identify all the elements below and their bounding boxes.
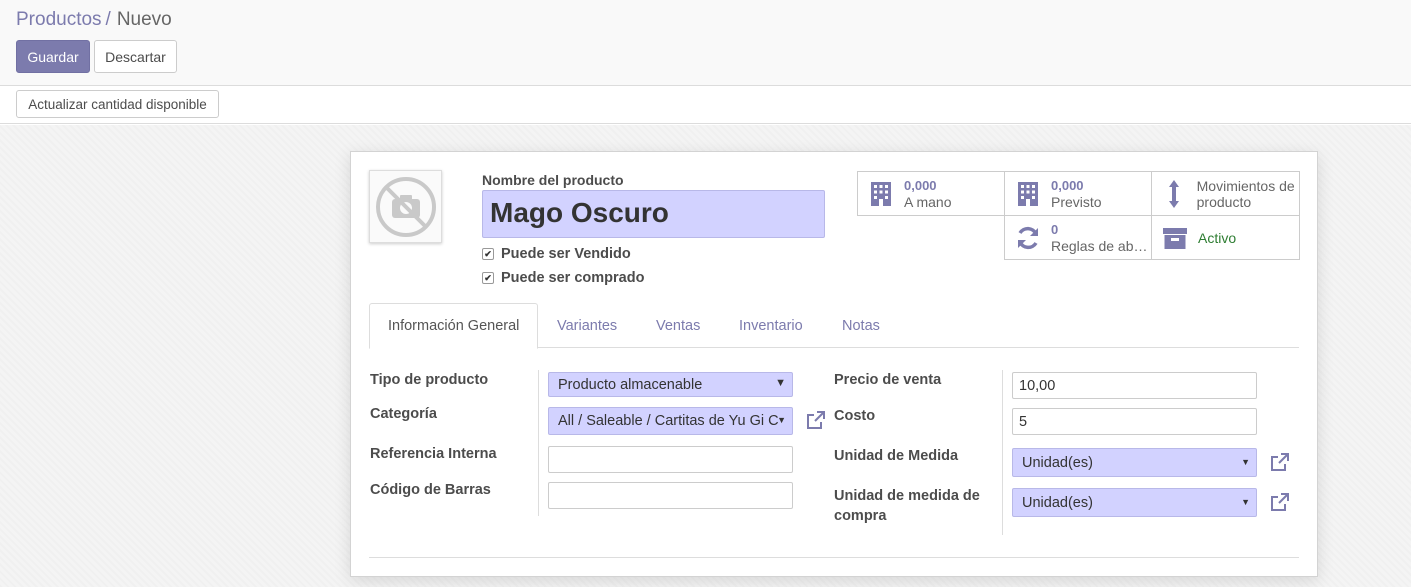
purchase-uom-value: Unidad(es) [1022, 494, 1093, 511]
tab-general-information[interactable]: Información General [369, 303, 539, 349]
purchase-uom-label: Unidad de medida de compra [834, 488, 980, 524]
notebook-tabs: Información General Variantes Ventas Inv… [369, 303, 1299, 349]
form-sheet: Nombre del producto Mago Oscuro ✔ Puede … [350, 151, 1318, 577]
section-divider [369, 557, 1299, 558]
breadcrumb-parent-link[interactable]: Productos [16, 9, 102, 30]
tab-sales[interactable]: Ventas [638, 303, 718, 348]
control-panel: Productos / Nuevo Guardar Descartar [0, 0, 1411, 86]
moves-label: Movimientos de producto [1196, 177, 1295, 210]
tab-notes[interactable]: Notas [824, 303, 898, 348]
building-icon [1015, 181, 1041, 207]
barcode-input[interactable] [548, 482, 793, 509]
external-link-icon[interactable] [1269, 451, 1291, 473]
caret-down-icon: ▼ [1241, 457, 1250, 467]
moves-button[interactable]: Movimientos de producto [1151, 171, 1300, 216]
tab-variants[interactable]: Variantes [539, 303, 635, 348]
breadcrumb-separator: / [105, 9, 111, 30]
can-be-sold-label: Puede ser Vendido [501, 246, 631, 262]
can-be-purchased-row[interactable]: ✔ Puede ser comprado [482, 270, 644, 286]
breadcrumb-current: Nuevo [116, 9, 172, 30]
sale-price-input[interactable]: 10,00 [1012, 372, 1257, 399]
tab-inventory[interactable]: Inventario [721, 303, 821, 348]
cost-input[interactable]: 5 [1012, 408, 1257, 435]
product-type-select[interactable]: Producto almacenable ▼ [548, 372, 793, 397]
save-button[interactable]: Guardar [16, 40, 90, 73]
building-icon [868, 181, 894, 207]
on-hand-label: A mano [904, 193, 952, 210]
purchase-uom-select[interactable]: Unidad(es) ▼ [1012, 488, 1257, 517]
product-type-label: Tipo de producto [370, 372, 489, 388]
caret-down-icon: ▼ [1241, 497, 1250, 507]
category-select[interactable]: All / Saleable / Cartitas de Yu Gi C ▼ [548, 407, 793, 435]
form-statusbar: Actualizar cantidad disponible [0, 87, 1411, 124]
uom-label: Unidad de Medida [834, 448, 959, 464]
reorder-rules-button[interactable]: 0 Reglas de ab… [1004, 215, 1152, 260]
forecast-label: Previsto [1051, 193, 1102, 210]
uom-select[interactable]: Unidad(es) ▼ [1012, 448, 1257, 477]
on-hand-button[interactable]: 0,000 A mano [857, 171, 1005, 216]
product-name-label: Nombre del producto [482, 172, 624, 188]
product-type-value: Producto almacenable [558, 376, 703, 393]
caret-down-icon: ▼ [775, 377, 786, 389]
can-be-purchased-checkbox[interactable]: ✔ [482, 272, 494, 284]
column-divider [1002, 370, 1003, 535]
internal-reference-input[interactable] [548, 446, 793, 473]
archive-icon [1162, 226, 1188, 250]
forecast-button[interactable]: 0,000 Previsto [1004, 171, 1152, 216]
refresh-icon [1015, 225, 1041, 251]
can-be-purchased-label: Puede ser comprado [501, 270, 645, 286]
external-link-icon[interactable] [805, 409, 827, 431]
product-name-input[interactable]: Mago Oscuro [482, 190, 825, 238]
active-label: Activo [1198, 229, 1237, 246]
discard-button[interactable]: Descartar [94, 40, 177, 73]
no-camera-icon [375, 176, 436, 237]
cost-label: Costo [834, 408, 876, 424]
update-quantity-button[interactable]: Actualizar cantidad disponible [16, 90, 219, 118]
uom-value: Unidad(es) [1022, 454, 1093, 471]
active-toggle-button[interactable]: Activo [1151, 215, 1300, 260]
can-be-sold-checkbox[interactable]: ✔ [482, 248, 494, 260]
on-hand-value: 0,000 [904, 177, 937, 193]
forecast-value: 0,000 [1051, 177, 1084, 193]
product-image[interactable] [369, 170, 442, 243]
breadcrumb: Productos / Nuevo [16, 9, 172, 31]
external-link-icon[interactable] [1269, 491, 1291, 513]
caret-down-icon: ▼ [777, 415, 786, 425]
category-label: Categoría [370, 406, 437, 422]
arrows-vertical-icon [1162, 179, 1187, 209]
barcode-label: Código de Barras [370, 482, 491, 498]
can-be-sold-row[interactable]: ✔ Puede ser Vendido [482, 246, 631, 262]
sale-price-label: Precio de venta [834, 372, 942, 388]
internal-reference-label: Referencia Interna [370, 446, 497, 462]
reorder-rules-label: Reglas de ab… [1051, 237, 1148, 254]
column-divider [538, 370, 539, 516]
category-value: All / Saleable / Cartitas de Yu Gi C [558, 413, 779, 429]
reorder-rules-value: 0 [1051, 221, 1059, 237]
